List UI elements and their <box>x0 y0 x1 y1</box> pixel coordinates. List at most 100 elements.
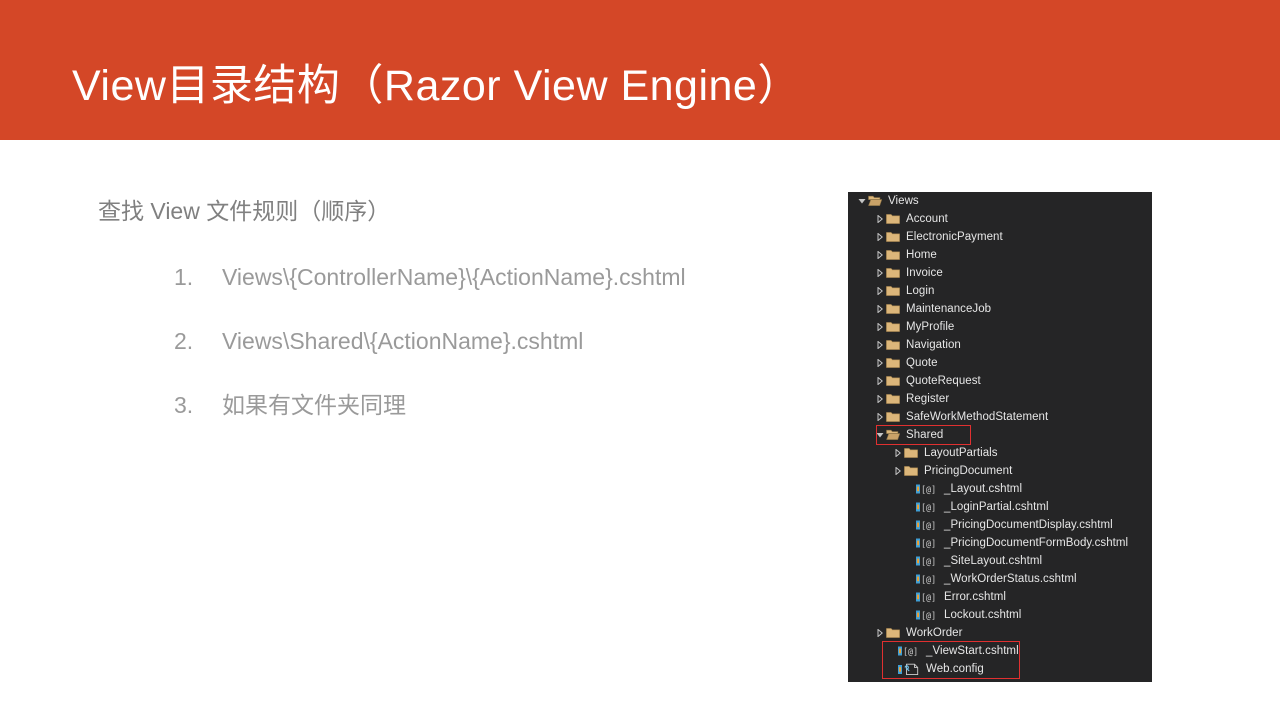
list-item: 2. Views\Shared\{ActionName}.cshtml <box>98 327 798 357</box>
tree-item-folder[interactable]: LayoutPartials <box>848 444 1152 462</box>
chevron-right-icon[interactable] <box>874 629 885 637</box>
chevron-right-icon[interactable] <box>874 233 885 241</box>
config-file-icon <box>897 663 923 676</box>
folder-icon <box>903 465 919 477</box>
tree-item-label: LayoutPartials <box>924 447 998 459</box>
folder-icon <box>885 285 901 297</box>
svg-text:[@]: [@] <box>921 575 936 585</box>
folder-icon <box>885 267 901 279</box>
chevron-right-icon[interactable] <box>874 287 885 295</box>
svg-text:[@]: [@] <box>921 485 936 495</box>
svg-text:[@]: [@] <box>921 557 936 567</box>
tree-item-file[interactable]: [@] Error.cshtml <box>848 588 1152 606</box>
tree-item-label: PricingDocument <box>924 465 1013 477</box>
tree-item-label: _SiteLayout.cshtml <box>944 555 1043 567</box>
list-item-marker: 1. <box>174 264 194 291</box>
folder-icon <box>885 393 901 405</box>
razor-file-icon: [@] <box>897 645 923 657</box>
tree-item-folder[interactable]: Account <box>848 210 1152 228</box>
tree-item-label: _PricingDocumentFormBody.cshtml <box>944 537 1129 549</box>
razor-file-icon: [@] <box>915 483 941 495</box>
chevron-down-icon[interactable] <box>856 197 867 205</box>
chevron-right-icon[interactable] <box>874 269 885 277</box>
tree-item-folder[interactable]: QuoteRequest <box>848 372 1152 390</box>
tree-item-folder[interactable]: Navigation <box>848 336 1152 354</box>
tree-item-folder[interactable]: Invoice <box>848 264 1152 282</box>
tree-item-label: Shared <box>906 429 944 441</box>
tree-item-file[interactable]: [@] _LoginPartial.cshtml <box>848 498 1152 516</box>
list-item: 3. 如果有文件夹同理 <box>98 391 798 421</box>
svg-text:[@]: [@] <box>921 593 936 603</box>
tree-item-folder[interactable]: Login <box>848 282 1152 300</box>
tree-item-label: _LoginPartial.cshtml <box>944 501 1049 513</box>
list-item-text: Views\Shared\{ActionName}.cshtml <box>222 327 584 354</box>
tree-item-folder[interactable]: ElectronicPayment <box>848 228 1152 246</box>
tree-item-folder[interactable]: Quote <box>848 354 1152 372</box>
svg-text:[@]: [@] <box>921 611 936 621</box>
list-item-marker: 3. <box>174 391 194 418</box>
folder-icon <box>885 303 901 315</box>
chevron-right-icon[interactable] <box>892 449 903 457</box>
tree-item-label: QuoteRequest <box>906 375 981 387</box>
tree-item-label: WorkOrder <box>906 627 963 639</box>
chevron-right-icon[interactable] <box>874 395 885 403</box>
chevron-right-icon[interactable] <box>874 305 885 313</box>
list-item: 1. Views\{ControllerName}\{ActionName}.cs… <box>98 263 798 293</box>
razor-file-icon: [@] <box>915 591 941 603</box>
svg-text:[@]: [@] <box>921 539 936 549</box>
tree-item-label: _Layout.cshtml <box>944 483 1023 495</box>
tree-item-label: Account <box>906 213 948 225</box>
list-item-marker: 2. <box>174 327 194 354</box>
tree-item-label: _WorkOrderStatus.cshtml <box>944 573 1077 585</box>
tree-item-label: Lockout.cshtml <box>944 609 1022 621</box>
tree-item-label: Error.cshtml <box>944 591 1006 603</box>
folder-icon <box>885 357 901 369</box>
title-banner: View目录结构（Razor View Engine） <box>0 0 1280 140</box>
tree-item-folder[interactable]: PricingDocument <box>848 462 1152 480</box>
tree-item-folder[interactable]: Views <box>848 192 1152 210</box>
tree-item-label: Web.config <box>926 663 984 675</box>
chevron-right-icon[interactable] <box>874 251 885 259</box>
tree-item-label: Quote <box>906 357 938 369</box>
chevron-right-icon[interactable] <box>874 323 885 331</box>
tree-item-folder[interactable]: WorkOrder <box>848 624 1152 642</box>
folder-open-icon <box>885 429 901 441</box>
tree-item-file[interactable]: [@] Lockout.cshtml <box>848 606 1152 624</box>
folder-icon <box>885 249 901 261</box>
tree-item-file[interactable]: [@] _PricingDocumentFormBody.cshtml <box>848 534 1152 552</box>
chevron-right-icon[interactable] <box>874 215 885 223</box>
folder-icon <box>903 447 919 459</box>
tree-item-label: MyProfile <box>906 321 955 333</box>
tree-item-label: Login <box>906 285 935 297</box>
chevron-right-icon[interactable] <box>892 467 903 475</box>
tree-item-folder[interactable]: Shared <box>848 426 1152 444</box>
tree-item-file[interactable]: [@] _Layout.cshtml <box>848 480 1152 498</box>
solution-explorer-tree[interactable]: Views Account ElectronicPayment Home Invoice… <box>848 192 1152 682</box>
tree-item-label: _ViewStart.cshtml <box>926 645 1019 657</box>
tree-item-folder[interactable]: MyProfile <box>848 318 1152 336</box>
razor-file-icon: [@] <box>915 519 941 531</box>
razor-file-icon: [@] <box>915 573 941 585</box>
folder-icon <box>885 321 901 333</box>
chevron-right-icon[interactable] <box>874 341 885 349</box>
tree-item-folder[interactable]: Home <box>848 246 1152 264</box>
chevron-right-icon[interactable] <box>874 413 885 421</box>
tree-item-file[interactable]: [@] _PricingDocumentDisplay.cshtml <box>848 516 1152 534</box>
tree-item-folder[interactable]: MaintenanceJob <box>848 300 1152 318</box>
tree-item-folder[interactable]: Register <box>848 390 1152 408</box>
chevron-right-icon[interactable] <box>874 359 885 367</box>
razor-file-icon: [@] <box>915 501 941 513</box>
tree-item-folder[interactable]: SafeWorkMethodStatement <box>848 408 1152 426</box>
svg-text:[@]: [@] <box>921 503 936 513</box>
chevron-right-icon[interactable] <box>874 377 885 385</box>
razor-file-icon: [@] <box>915 609 941 621</box>
tree-item-file[interactable]: Web.config <box>848 660 1152 678</box>
chevron-down-icon[interactable] <box>874 431 885 439</box>
tree-rows: Views Account ElectronicPayment Home Invoice… <box>848 192 1152 678</box>
tree-item-file[interactable]: [@] _ViewStart.cshtml <box>848 642 1152 660</box>
page-title: View目录结构（Razor View Engine） <box>72 62 801 110</box>
tree-item-label: Navigation <box>906 339 961 351</box>
tree-item-label: _PricingDocumentDisplay.cshtml <box>944 519 1113 531</box>
tree-item-file[interactable]: [@] _SiteLayout.cshtml <box>848 552 1152 570</box>
tree-item-file[interactable]: [@] _WorkOrderStatus.cshtml <box>848 570 1152 588</box>
